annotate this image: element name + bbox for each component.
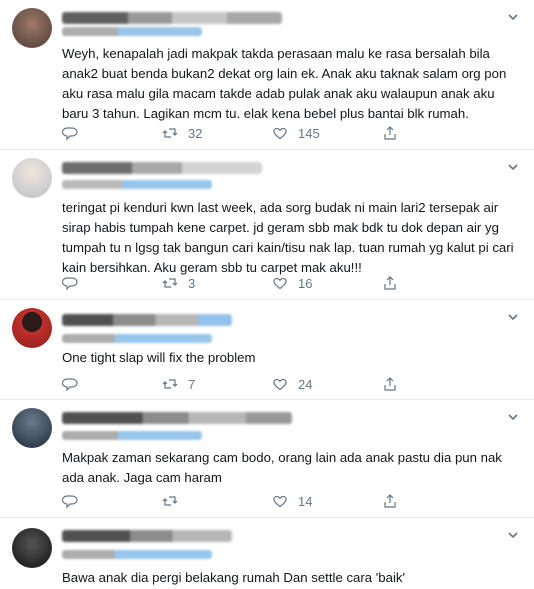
- retweet-count: 7: [188, 376, 196, 392]
- tweet[interactable]: Makpak zaman sekarang cam bodo, orang la…: [0, 400, 534, 518]
- reply-button[interactable]: [62, 274, 78, 292]
- reply-icon: [62, 378, 78, 392]
- like-button[interactable]: 145: [272, 124, 320, 142]
- blurred-reply-to: [62, 431, 202, 440]
- like-button[interactable]: 16: [272, 274, 312, 292]
- blurred-username[interactable]: [62, 162, 262, 174]
- share-icon: [384, 126, 396, 140]
- blurred-username[interactable]: [62, 412, 292, 424]
- avatar[interactable]: [12, 8, 52, 48]
- chevron-down-icon[interactable]: [506, 528, 520, 542]
- reply-icon: [62, 277, 78, 291]
- like-button[interactable]: 24: [272, 375, 312, 393]
- heart-icon: [273, 495, 287, 508]
- tweet[interactable]: One tight slap will fix the problem 7 24: [0, 300, 534, 400]
- tweet-actions: 14: [62, 492, 462, 510]
- blurred-username[interactable]: [62, 530, 232, 542]
- retweet-button[interactable]: 7: [162, 375, 195, 393]
- like-button[interactable]: 14: [272, 492, 312, 510]
- tweet-text: Weyh, kenapalah jadi makpak takda perasa…: [62, 46, 510, 121]
- tweet-text: teringat pi kenduri kwn last week, ada s…: [62, 200, 518, 275]
- share-icon: [384, 494, 396, 508]
- retweet-button[interactable]: 32: [162, 124, 202, 142]
- like-count: 16: [298, 275, 313, 291]
- chevron-down-icon[interactable]: [506, 10, 520, 24]
- tweet[interactable]: teringat pi kenduri kwn last week, ada s…: [0, 150, 534, 300]
- share-icon: [384, 377, 396, 391]
- blurred-username[interactable]: [62, 314, 232, 326]
- tweet[interactable]: Weyh, kenapalah jadi makpak takda perasa…: [0, 0, 534, 150]
- retweet-button[interactable]: [162, 492, 188, 510]
- blurred-reply-to: [62, 334, 212, 343]
- heart-icon: [273, 127, 287, 140]
- reply-icon: [62, 495, 78, 509]
- heart-icon: [273, 378, 287, 391]
- tweet-actions: 32 145: [62, 124, 462, 142]
- share-button[interactable]: [382, 124, 398, 142]
- chevron-down-icon[interactable]: [506, 160, 520, 174]
- share-button[interactable]: [382, 274, 398, 292]
- share-icon: [384, 276, 396, 290]
- chevron-down-icon[interactable]: [506, 310, 520, 324]
- like-count: 145: [298, 125, 320, 141]
- avatar[interactable]: [12, 308, 52, 348]
- tweet[interactable]: Bawa anak dia pergi belakang rumah Dan s…: [0, 518, 534, 589]
- avatar[interactable]: [12, 158, 52, 198]
- share-button[interactable]: [382, 375, 398, 393]
- reply-button[interactable]: [62, 492, 78, 510]
- avatar[interactable]: [12, 408, 52, 448]
- blurred-reply-to: [62, 550, 212, 559]
- retweet-count: 3: [188, 275, 196, 291]
- retweet-icon: [162, 128, 178, 138]
- retweet-icon: [162, 379, 178, 389]
- avatar[interactable]: [12, 528, 52, 568]
- reply-thread: Weyh, kenapalah jadi makpak takda perasa…: [0, 0, 534, 589]
- reply-button[interactable]: [62, 375, 78, 393]
- like-count: 14: [298, 493, 313, 509]
- tweet-text: One tight slap will fix the problem: [62, 350, 256, 365]
- chevron-down-icon[interactable]: [506, 410, 520, 424]
- retweet-icon: [162, 496, 178, 506]
- retweet-button[interactable]: 3: [162, 274, 195, 292]
- heart-icon: [273, 277, 287, 290]
- tweet-actions: 7 24: [62, 375, 462, 393]
- retweet-icon: [162, 278, 178, 288]
- tweet-text: Makpak zaman sekarang cam bodo, orang la…: [62, 450, 506, 485]
- tweet-actions: 3 16: [62, 274, 462, 292]
- blurred-username[interactable]: [62, 12, 282, 24]
- retweet-count: 32: [188, 125, 203, 141]
- reply-icon: [62, 127, 78, 141]
- tweet-text: Bawa anak dia pergi belakang rumah Dan s…: [62, 570, 405, 585]
- blurred-reply-to: [62, 180, 212, 189]
- like-count: 24: [298, 376, 313, 392]
- blurred-reply-to: [62, 27, 202, 36]
- share-button[interactable]: [382, 492, 398, 510]
- reply-button[interactable]: [62, 124, 78, 142]
